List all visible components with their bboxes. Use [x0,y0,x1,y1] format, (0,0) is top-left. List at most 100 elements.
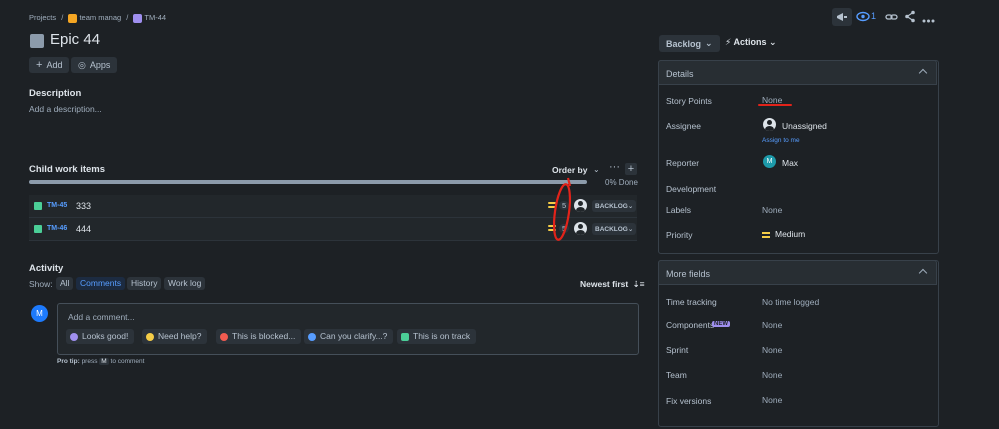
epic-icon [133,13,143,23]
link-icon[interactable] [885,11,898,25]
chevron-down-icon: ⌄ [769,37,777,47]
components-label: Components [666,320,715,330]
reporter-label: Reporter [666,158,700,168]
quick-reply-need-help[interactable]: Need help? [142,329,208,344]
pro-tip-label: Pro tip: [57,358,80,365]
breadcrumb-project[interactable]: team manag [79,13,121,22]
more-icon[interactable]: ··· [609,161,620,173]
lightning-icon: ⚡ [725,37,732,47]
team-value[interactable]: None [762,370,782,380]
eye-icon [856,11,870,22]
comment-placeholder: Add a comment... [68,312,135,322]
share-icon[interactable] [904,10,916,25]
pro-tip-tail: to comment [110,358,145,365]
chip-label: Can you clarify...? [320,331,388,341]
labels-label: Labels [666,205,692,215]
add-button[interactable]: + Add [29,57,70,73]
sprint-label: Sprint [666,345,689,355]
components-value[interactable]: None [762,320,782,330]
add-child-icon[interactable]: + [625,163,637,175]
priority-label: Priority [666,230,693,240]
breadcrumb-separator: / [61,13,64,22]
assignee-label: Assignee [666,121,701,131]
details-panel [658,60,939,254]
new-badge: NEW [712,321,730,327]
sort-icon: ⇣≡ [632,279,645,289]
time-tracking-value[interactable]: No time logged [762,297,819,307]
quick-reply-blocked[interactable]: This is blocked... [216,329,302,344]
tab-history[interactable]: History [127,277,162,290]
assignee-value[interactable]: Unassigned [782,121,827,131]
wave-icon [146,332,154,341]
tab-work-log[interactable]: Work log [164,277,206,290]
chip-label: This is blocked... [232,331,296,341]
sort-button[interactable]: Newest first ⇣≡ [580,279,645,290]
breadcrumb-separator: / [126,13,129,22]
issue-type-icon[interactable] [30,34,44,48]
chevron-down-icon[interactable]: ⌄ [593,165,600,174]
child-item-key[interactable]: TM-46 [47,225,67,232]
breadcrumb-issue[interactable]: TM-44 [144,13,166,22]
table-row[interactable]: TM-46 444 5 BACKLOG⌄ [29,218,637,241]
description-placeholder[interactable]: Add a description... [29,104,102,114]
child-item-title[interactable]: 333 [76,201,91,211]
breadcrumb: Projects / team manag / TM-44 [29,13,166,23]
status-label: BACKLOG [595,203,628,210]
apps-icon: ◎ [78,59,86,70]
quick-reply-clarify[interactable]: Can you clarify...? [304,329,394,344]
party-icon [70,332,78,341]
annotation-circle [552,177,572,241]
watch-button[interactable]: 1 [856,11,876,24]
chevron-down-icon: ⌄ [705,38,713,48]
details-heading: Details [666,69,694,79]
quick-reply-looks-good[interactable]: Looks good! [66,329,135,344]
reporter-avatar: M [763,155,776,168]
child-item-title[interactable]: 444 [76,224,91,234]
order-by-button[interactable]: Order by [552,165,587,175]
no-entry-icon [220,332,228,341]
labels-value[interactable]: None [762,205,782,215]
quick-reply-on-track[interactable]: This is on track [397,329,477,344]
megaphone-icon[interactable] [832,8,852,26]
sort-label: Newest first [580,279,629,289]
annotation-underline [758,104,792,106]
more-actions-icon[interactable] [922,15,935,25]
tab-comments[interactable]: Comments [76,277,126,290]
time-tracking-label: Time tracking [666,297,717,307]
tab-all[interactable]: All [56,277,74,290]
description-heading: Description [29,88,82,99]
child-items-heading: Child work items [29,164,106,175]
child-item-key[interactable]: TM-45 [47,202,67,209]
apps-button[interactable]: ◎ Apps [71,57,118,73]
priority-medium-icon [762,232,770,238]
sprint-value[interactable]: None [762,345,782,355]
status-label: BACKLOG [595,226,628,233]
plus-icon: + [36,59,43,71]
story-icon [34,225,42,233]
details-header[interactable]: Details [658,60,937,85]
page-title[interactable]: Epic 44 [50,31,100,48]
fix-versions-label: Fix versions [666,396,712,406]
priority-value[interactable]: Medium [775,229,805,239]
unassigned-avatar-icon [763,118,776,131]
progress-bar [29,180,587,184]
magnifier-icon [308,332,316,341]
actions-button[interactable]: ⚡ Actions ⌄ [725,37,777,48]
keyboard-key: M [99,358,109,365]
reporter-value[interactable]: Max [782,158,798,168]
chevron-up-icon [918,268,928,278]
assign-to-me-link[interactable]: Assign to me [762,137,800,144]
check-icon [401,332,409,341]
chip-label: Need help? [158,331,202,341]
activity-heading: Activity [29,263,64,274]
status-lozenge[interactable]: BACKLOG⌄ [592,223,637,235]
project-icon [68,13,78,23]
status-lozenge[interactable]: BACKLOG⌄ [592,200,637,212]
status-dropdown[interactable]: Backlog ⌄ [659,35,720,52]
more-fields-header[interactable]: More fields [658,260,937,285]
chip-label: This is on track [413,331,471,341]
table-row[interactable]: TM-45 333 5 BACKLOG⌄ [29,195,637,218]
fix-versions-value[interactable]: None [762,395,782,405]
breadcrumb-projects[interactable]: Projects [29,13,56,22]
actions-label: Actions [733,37,767,47]
